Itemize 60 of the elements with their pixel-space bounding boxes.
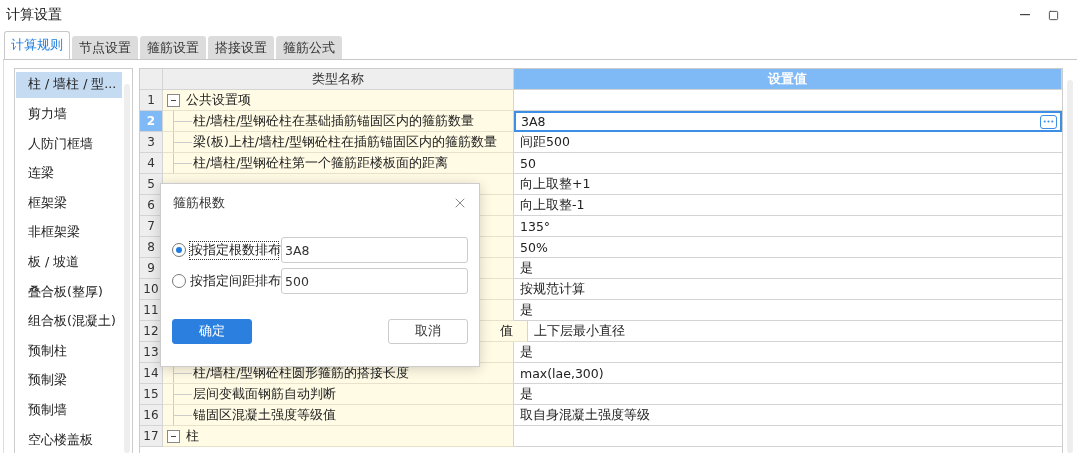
row-number: 4 [140, 153, 163, 174]
category-item[interactable]: 预制梁 [16, 368, 122, 394]
dialog-title: 箍筋根数 [173, 194, 225, 212]
cancel-button[interactable]: 取消 [388, 319, 468, 344]
value-cell[interactable]: 是 [514, 300, 1062, 321]
setting-name: 柱/墙柱/型钢砼柱圆形箍筋的搭接长度 [193, 364, 410, 382]
value-cell[interactable]: 向上取整+1 [514, 174, 1062, 195]
setting-name: 柱/墙柱/型钢砼柱在基础插筋锚固区内的箍筋数量 [193, 112, 475, 130]
setting-name: 梁(板)上柱/墙柱/型钢砼柱在插筋锚固区内的箍筋数量 [193, 133, 498, 151]
setting-name: 层间变截面钢筋自动判断 [193, 385, 336, 403]
category-item[interactable]: 柱 / 墙柱 / 型... [16, 72, 122, 98]
setting-name: 值 [500, 322, 513, 340]
category-item[interactable]: 连梁 [16, 160, 122, 187]
row-number: 3 [140, 132, 163, 153]
tab[interactable]: 节点设置 [72, 36, 138, 59]
category-item[interactable]: 预制柱 [16, 338, 122, 365]
value-cell[interactable]: 向上取整-1 [514, 195, 1062, 216]
row-number: 2 [140, 111, 163, 132]
value-cell[interactable]: 间距500 [514, 132, 1062, 153]
confirm-button[interactable]: 确定 [172, 319, 252, 344]
value-editor[interactable]: 3A8 [514, 111, 1062, 132]
column-header: 类型名称 [163, 69, 514, 90]
group-name: 柱 [186, 427, 199, 445]
value-cell[interactable]: 是 [514, 258, 1062, 279]
value-cell[interactable]: 是 [514, 384, 1062, 405]
row-number: 17 [140, 426, 163, 447]
value-cell[interactable]: max(lae,300) [514, 363, 1062, 384]
group-name: 公共设置项 [186, 91, 251, 109]
row-number: 15 [140, 384, 163, 405]
row-number: 16 [140, 405, 163, 426]
input-field[interactable]: 500 [281, 268, 468, 294]
value-cell[interactable]: 上下层最小直径 [528, 321, 1062, 342]
category-item[interactable]: 预制墙 [16, 397, 122, 424]
category-item[interactable]: 板 / 坡道 [16, 249, 122, 276]
setting-value: 3A8 [521, 114, 547, 129]
value-cell[interactable]: 取自身混凝土强度等级 [514, 405, 1062, 426]
tab[interactable]: 搭接设置 [208, 36, 274, 59]
setting-name: 柱/墙柱/型钢砼柱第一个箍筋距楼板面的距离 [193, 154, 449, 172]
category-item[interactable]: 叠合板(整厚) [16, 279, 122, 305]
value-cell[interactable]: 是 [514, 342, 1062, 363]
category-item[interactable]: 框架梁 [16, 190, 122, 217]
value-cell[interactable]: 按规范计算 [514, 279, 1062, 300]
value-cell[interactable]: 50% [514, 237, 1062, 258]
tab[interactable]: 箍筋设置 [140, 36, 206, 59]
row-number: 14 [140, 363, 163, 384]
window-title: 计算设置 [6, 6, 63, 24]
category-item[interactable]: 组合板(混凝土) [16, 308, 122, 335]
category-item[interactable]: 人防门框墙 [16, 131, 122, 157]
column-header: 设置值 [514, 69, 1062, 90]
input-field[interactable]: 3A8 [281, 237, 468, 263]
category-item[interactable]: 空心楼盖板 [16, 427, 122, 453]
value-cell[interactable]: 50 [514, 153, 1062, 174]
row-number: 1 [140, 90, 163, 111]
tab[interactable]: 计算规则 [4, 31, 70, 60]
row-number: 5 [140, 174, 163, 195]
tab[interactable]: 箍筋公式 [276, 36, 342, 59]
value-cell[interactable]: 135° [514, 216, 1062, 237]
category-item[interactable]: 剪力墙 [16, 101, 122, 128]
setting-name: 锚固区混凝土强度等级值 [193, 406, 336, 424]
category-item[interactable]: 非框架梁 [16, 220, 122, 246]
